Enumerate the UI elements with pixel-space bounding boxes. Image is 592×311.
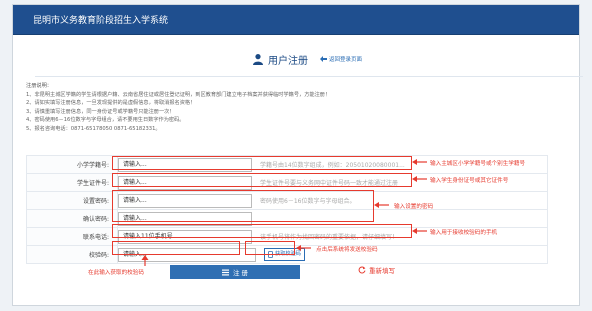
- notes-heading: 注册说明：: [26, 83, 52, 89]
- highlight-phone: [112, 224, 412, 238]
- phone-label: 联系电话:: [26, 227, 118, 246]
- highlight-id-number: [112, 173, 412, 187]
- note-line: 1、非昆明主城区学籍的学生请根据户籍、云南省居住证或居住登记证明，到区教育部门建…: [26, 91, 331, 98]
- annotation-arrow: [296, 245, 311, 251]
- register-button-label: 注 册: [232, 269, 249, 277]
- note-line: 3、请慎重填写注册信息，同一身份证号或学籍号只能注册一次！: [26, 108, 175, 115]
- annotation-arrow: [412, 228, 427, 234]
- annotation-arrow: [412, 176, 427, 182]
- list-icon: [221, 269, 229, 275]
- annotation-arrow: [374, 202, 389, 208]
- register-button[interactable]: 注 册: [170, 265, 300, 279]
- verify-code-label: 校验码:: [26, 245, 118, 264]
- reset-button[interactable]: 重新填写: [358, 265, 395, 275]
- annotation-student-number: 输入主城区小学学籍号或个别生学籍号: [430, 161, 526, 167]
- highlight-verify-code: [112, 241, 240, 255]
- refresh-icon: [358, 266, 366, 274]
- back-to-login-link[interactable]: 返回登录页面: [320, 55, 362, 63]
- highlight-student-number: [112, 156, 412, 170]
- note-line: 4、密码使用6－16位数字与字母组合，请不要用生日数字作为密码。: [26, 117, 185, 123]
- annotation-arrow: [141, 255, 149, 266]
- note-line: 5、报名咨询电话：0871-65178050 0871-65182331。: [26, 125, 161, 132]
- back-link-label: 返回登录页面: [329, 57, 363, 63]
- register-heading: 用户注册 返回登录页面: [252, 52, 362, 67]
- password-label: 设置密码:: [26, 191, 118, 210]
- annotation-id-number: 输入学生身份证号或其它证件号: [430, 178, 509, 184]
- note-line: 2、请如实填写注册信息，一旦发现提供的是虚假信息，将取消报名资格！: [26, 100, 196, 106]
- registration-notes: 注册说明： 1、非昆明主城区学籍的学生请根据户籍、云南省居住证或居住登记证明，到…: [26, 82, 546, 133]
- annotation-verify-code: 在此输入获取的校验码: [88, 270, 144, 276]
- id-number-label: 学生证件号:: [26, 173, 118, 192]
- annotation-password: 输入设置的密码: [394, 204, 434, 210]
- back-arrow-icon: [320, 56, 327, 62]
- highlight-get-code: [245, 241, 295, 255]
- student-number-label: 小学学籍号:: [26, 155, 118, 174]
- user-icon: [253, 54, 263, 65]
- annotation-phone: 输入用于接收校验码的手机: [430, 230, 498, 236]
- confirm-password-label: 确认密码:: [26, 209, 118, 228]
- highlight-password: [112, 190, 374, 222]
- system-title: 昆明市义务教育阶段招生入学系统: [33, 16, 169, 26]
- annotation-arrow: [412, 159, 427, 165]
- page-title: 用户注册: [268, 55, 308, 67]
- top-bar: 昆明市义务教育阶段招生入学系统: [13, 5, 579, 35]
- title-divider: [35, 76, 583, 77]
- annotation-get-code: 点击后系统将发送校验码: [316, 247, 378, 253]
- reset-button-label: 重新填写: [369, 267, 395, 275]
